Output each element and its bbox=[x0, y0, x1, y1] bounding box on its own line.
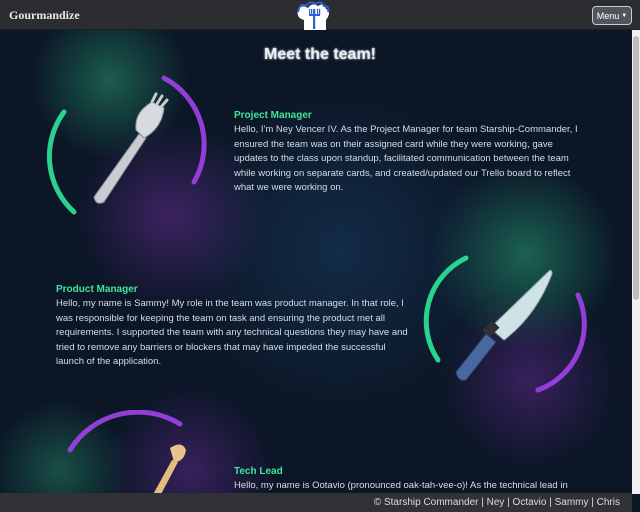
brand-link[interactable]: Gourmandize bbox=[9, 8, 80, 23]
menu-dropdown-button[interactable]: Menu ▼ bbox=[592, 6, 632, 25]
member-title: Product Manager bbox=[56, 284, 138, 295]
scrollbar-thumb[interactable] bbox=[633, 36, 639, 300]
member-title: Tech Lead bbox=[234, 466, 283, 477]
footer: © Starship Commander | Ney | Octavio | S… bbox=[0, 493, 632, 512]
menu-button-label: Menu bbox=[596, 10, 620, 21]
wooden-spoon-icon bbox=[150, 444, 186, 500]
spork-image bbox=[46, 75, 207, 215]
chef-hat-cutlery-logo-icon[interactable] bbox=[290, 0, 338, 30]
vertical-scrollbar[interactable] bbox=[632, 30, 640, 494]
page-title: Meet the team! bbox=[263, 46, 377, 63]
spork-icon bbox=[93, 92, 169, 204]
kitchen-knife-icon bbox=[455, 269, 553, 381]
member-bio: Hello, my name is Ootavio (pronounced oa… bbox=[234, 480, 568, 491]
navbar: Gourmandize Menu ▼ bbox=[0, 0, 640, 30]
member-title: Project Manager bbox=[234, 110, 312, 121]
spoon-image bbox=[67, 410, 186, 500]
caret-down-icon: ▼ bbox=[621, 12, 628, 19]
member-bio: Hello, I'm Ney Vencer IV. As the Project… bbox=[234, 124, 578, 193]
member-bio: Hello, my name is Sammy! My role in the … bbox=[56, 298, 408, 367]
knife-image bbox=[423, 255, 587, 393]
